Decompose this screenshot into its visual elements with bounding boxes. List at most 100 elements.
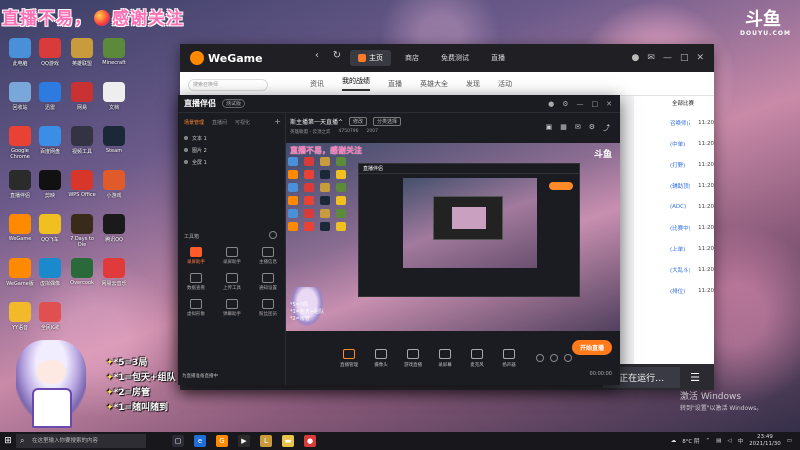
eye-icon[interactable] xyxy=(184,136,188,140)
stream-action-button[interactable]: 扬声器 xyxy=(496,348,522,368)
ime-label[interactable]: 中 xyxy=(738,437,744,445)
toolbox-item[interactable]: 录屏助手 xyxy=(178,247,214,265)
desktop-icon[interactable]: Overcook xyxy=(66,258,98,286)
match-row[interactable]: (大乱斗) 11:20 xyxy=(634,259,714,280)
refresh-icon[interactable]: ↻ xyxy=(330,50,344,66)
category-select[interactable]: 分类选择 xyxy=(373,117,402,126)
task-view-icon[interactable]: ▢ xyxy=(172,435,184,447)
desktop-icon[interactable]: 小游戏 xyxy=(98,170,130,199)
desktop-icon[interactable]: 网易 xyxy=(66,82,98,111)
notifications-icon[interactable]: ▭ xyxy=(787,438,792,444)
match-row[interactable]: 召唤师(高顶) 11:20 xyxy=(634,112,714,133)
subnav-heroes[interactable]: 英雄大全 xyxy=(420,79,448,89)
start-button[interactable]: ⊞ xyxy=(0,432,16,450)
tray-expand-icon[interactable]: ⌃ xyxy=(706,438,711,444)
toolbox-item[interactable]: 弹幕助手 xyxy=(214,299,250,317)
scene-item[interactable]: 图片 2 xyxy=(178,144,285,156)
desktop-icon[interactable]: YY语音 xyxy=(4,302,36,331)
edit-room-button[interactable]: 修改 xyxy=(349,117,368,126)
start-live-button[interactable]: 开始直播 xyxy=(571,340,612,355)
desktop-icon[interactable]: 视频工具 xyxy=(66,126,98,155)
toolbox-more-icon[interactable] xyxy=(269,231,277,239)
match-row[interactable]: (比赛中) 11:20 xyxy=(634,217,714,238)
settings-small-icon[interactable] xyxy=(564,354,572,362)
match-row[interactable]: (排位) 11:20 xyxy=(634,280,714,301)
desktop-icon[interactable]: 百度网盘 xyxy=(34,126,66,155)
stream-action-button[interactable]: 麦克风 xyxy=(464,348,490,368)
clock[interactable]: 23:49 2021/11/30 xyxy=(749,434,781,448)
match-row[interactable]: (中单) 11:20 xyxy=(634,133,714,154)
toolbox-item[interactable]: 虚拟形象 xyxy=(178,299,214,317)
desktop-icon[interactable]: Steam xyxy=(98,126,130,154)
tab-store[interactable]: 商店 xyxy=(397,50,427,66)
mail-icon[interactable]: ✉ xyxy=(575,123,581,133)
subnav-events[interactable]: 活动 xyxy=(498,79,512,89)
desktop-icon[interactable]: 此电脑 xyxy=(4,38,36,67)
desktop-icon[interactable]: WPS Office xyxy=(66,170,98,198)
desktop-icon[interactable]: QQ飞车 xyxy=(34,214,66,243)
room-title[interactable]: 斯主播第一天直播^ xyxy=(290,117,343,126)
menu-icon[interactable]: ☰ xyxy=(690,371,700,384)
folder-icon[interactable]: ▬ xyxy=(282,435,294,447)
tab-room[interactable]: 直播间 xyxy=(212,119,227,126)
live-tool-icon[interactable]: ▶ xyxy=(238,435,250,447)
desktop-icon[interactable]: 直播伴侣 xyxy=(4,170,36,199)
match-row[interactable]: (辅助顶) 11:20 xyxy=(634,175,714,196)
subnav-news[interactable]: 资讯 xyxy=(310,79,324,89)
maximize-icon[interactable]: □ xyxy=(592,100,599,108)
taskbar-search-input[interactable]: 在这里输入你要搜索的内容 xyxy=(16,434,146,448)
settings-icon[interactable]: ⚙ xyxy=(589,123,595,133)
minimize-icon[interactable]: — xyxy=(577,100,584,108)
subnav-my-record[interactable]: 我的战绩 xyxy=(342,76,370,91)
desktop-icon[interactable]: 网易云音乐 xyxy=(98,258,130,287)
stream-action-button[interactable]: 录屏幕 xyxy=(432,348,458,368)
add-scene-icon[interactable]: + xyxy=(274,117,281,126)
desktop-icon[interactable]: 剪映 xyxy=(34,170,66,199)
match-row[interactable]: (上单) 11:20 xyxy=(634,238,714,259)
close-icon[interactable]: ✕ xyxy=(606,100,612,108)
desktop-icon[interactable]: 英雄联盟 xyxy=(66,38,98,67)
desktop-icon[interactable]: 腾讯QQ xyxy=(98,214,130,243)
desktop-icon[interactable]: 迅雷 xyxy=(34,82,66,111)
desktop-icon[interactable]: QQ游戏 xyxy=(34,38,66,67)
share-icon[interactable]: ⤴ xyxy=(603,123,610,133)
desktop-icon[interactable]: 全民K歌 xyxy=(34,302,66,331)
scene-item[interactable]: 全屏 1 xyxy=(178,156,285,168)
toolbox-item[interactable]: 录屏助手 xyxy=(214,247,250,265)
record-icon[interactable]: ▦ xyxy=(560,123,567,133)
stream-preview[interactable]: 直播不易，感谢关注 斗鱼 直播伴侣 *5=3局 *1=包天+组队 *2=房管 xyxy=(286,143,620,331)
stream-action-button[interactable]: 直播管理 xyxy=(336,348,362,368)
desktop-icon[interactable]: 7 Days to Die xyxy=(66,214,98,248)
weather-text[interactable]: 8°C 阴 xyxy=(682,437,699,445)
toolbox-item[interactable]: 上传工具 xyxy=(214,273,250,291)
stream-action-button[interactable]: 游戏直播 xyxy=(400,348,426,368)
tab-scene-manage[interactable]: 场景管理 xyxy=(184,119,204,126)
wegame-icon[interactable]: G xyxy=(216,435,228,447)
match-row[interactable]: (ADC) 11:20 xyxy=(634,196,714,217)
record-small-icon[interactable] xyxy=(550,354,558,362)
match-list-header[interactable]: 全部比赛 xyxy=(634,96,714,112)
tab-live[interactable]: 直播 xyxy=(483,50,513,66)
tab-visual[interactable]: 可视化 xyxy=(235,119,250,126)
maximize-icon[interactable]: □ xyxy=(680,53,689,63)
network-icon[interactable]: ▤ xyxy=(716,438,721,444)
settings-icon[interactable]: ⚙ xyxy=(562,100,568,108)
weather-icon[interactable]: ☁ xyxy=(671,438,677,444)
toolbox-item[interactable]: 数据查看 xyxy=(178,273,214,291)
gift-icon[interactable]: ▣ xyxy=(546,123,553,133)
minimize-icon[interactable]: — xyxy=(663,53,672,63)
desktop-icon[interactable]: Google Chrome xyxy=(4,126,36,160)
close-icon[interactable]: ✕ xyxy=(696,53,704,63)
summoner-search-input[interactable]: 搜索召唤师 xyxy=(188,79,268,91)
subnav-live[interactable]: 直播 xyxy=(388,79,402,89)
game-icon[interactable]: ● xyxy=(304,435,316,447)
lol-icon[interactable]: L xyxy=(260,435,272,447)
edge-icon[interactable]: e xyxy=(194,435,206,447)
subnav-discover[interactable]: 发现 xyxy=(466,79,480,89)
tab-free-test[interactable]: 免费测试 xyxy=(433,50,477,66)
tab-home[interactable]: 主页 xyxy=(350,50,391,66)
desktop-icon[interactable]: WeGame xyxy=(4,214,36,242)
toolbox-item[interactable]: 通知设置 xyxy=(250,273,286,291)
camera-small-icon[interactable] xyxy=(536,354,544,362)
volume-icon[interactable]: ◁ xyxy=(727,438,731,444)
